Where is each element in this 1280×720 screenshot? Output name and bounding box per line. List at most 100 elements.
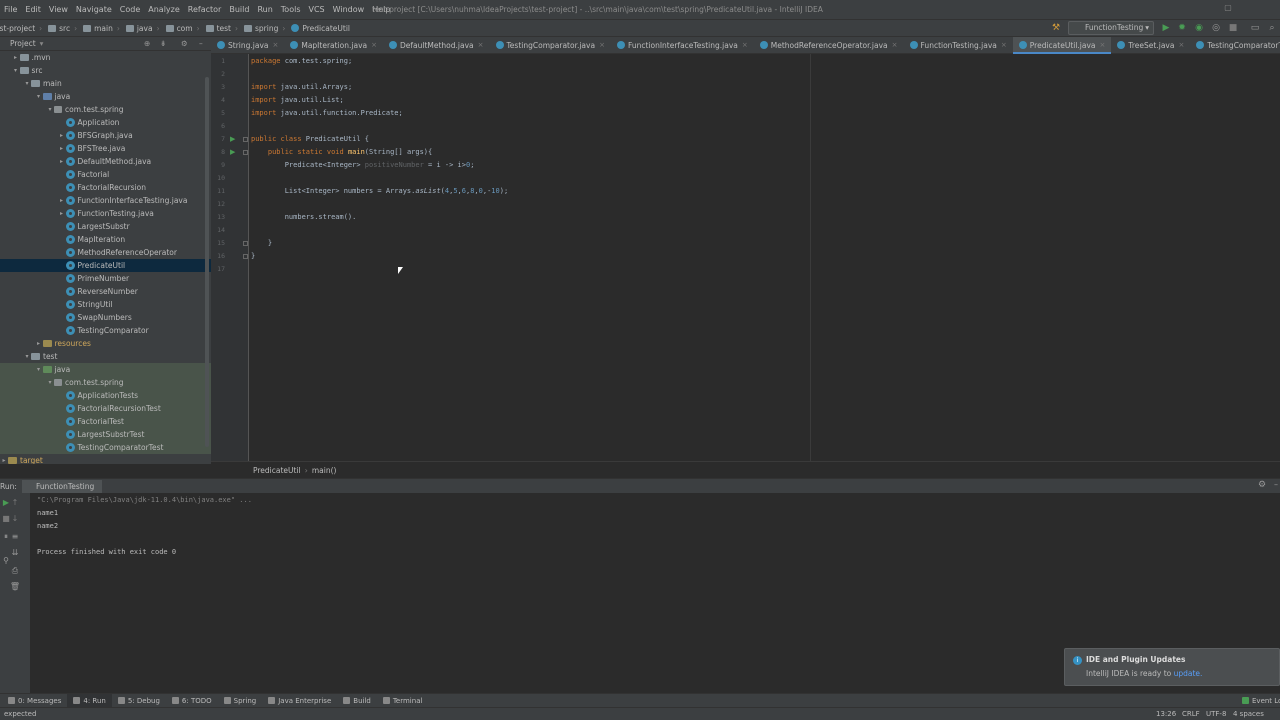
expand-arrow-icon[interactable]: ▸ xyxy=(58,158,66,165)
expand-arrow-icon[interactable]: ▸ xyxy=(58,210,66,217)
editor-tab[interactable]: TestingComparator.java × xyxy=(490,37,611,53)
tool-window-javaenterprise[interactable]: Java Enterprise xyxy=(262,694,337,708)
tree-item[interactable]: Application xyxy=(0,116,211,129)
code-line[interactable]: package com.test.spring; xyxy=(251,57,352,65)
gear-icon[interactable]: ⚙ xyxy=(1258,480,1266,490)
close-icon[interactable]: × xyxy=(599,41,605,49)
tree-item[interactable]: TestingComparatorTest xyxy=(0,441,211,454)
editor-tab[interactable]: DefaultMethod.java × xyxy=(383,37,490,53)
close-icon[interactable]: × xyxy=(371,41,377,49)
close-icon[interactable]: × xyxy=(478,41,484,49)
code-line[interactable]: } xyxy=(251,252,255,260)
editor-tab[interactable]: MethodReferenceOperator.java × xyxy=(754,37,904,53)
code-line[interactable]: Predicate<Integer> positiveNumber = i ->… xyxy=(251,161,475,169)
trash-icon[interactable]: 🗑 xyxy=(9,581,21,593)
menu-run[interactable]: Run xyxy=(253,0,276,19)
expand-arrow-icon[interactable]: ▸ xyxy=(58,145,66,152)
tree-item[interactable]: ▸ BFSGraph.java xyxy=(0,129,211,142)
expand-arrow-icon[interactable]: ▸ xyxy=(0,457,8,464)
code-line[interactable]: public static void main(String[] args){ xyxy=(251,148,432,156)
code-line[interactable]: } xyxy=(251,239,272,247)
tree-item[interactable]: ▸ DefaultMethod.java xyxy=(0,155,211,168)
search-everywhere-icon[interactable]: ⌕ xyxy=(1266,22,1278,34)
breadcrumb-item[interactable]: com › xyxy=(160,24,200,33)
fold-marker-icon[interactable] xyxy=(243,254,248,259)
breadcrumb-item[interactable]: java › xyxy=(120,24,160,33)
menu-navigate[interactable]: Navigate xyxy=(72,0,116,19)
tree-item[interactable]: MethodReferenceOperator xyxy=(0,246,211,259)
run-config-select[interactable]: FunctionTesting ▾ xyxy=(1068,21,1154,35)
close-icon[interactable]: × xyxy=(892,41,898,49)
pause-icon[interactable]: ⏸ xyxy=(0,531,12,543)
hide-icon[interactable]: – xyxy=(199,39,203,48)
expand-arrow-icon[interactable]: ▸ xyxy=(12,54,20,61)
menu-build[interactable]: Build xyxy=(225,0,253,19)
fold-marker-icon[interactable] xyxy=(243,137,248,142)
update-notification[interactable]: i IDE and Plugin Updates IntelliJ IDEA i… xyxy=(1064,648,1280,686)
tree-item[interactable]: PrimeNumber xyxy=(0,272,211,285)
code-line[interactable]: import java.util.List; xyxy=(251,96,344,104)
menu-refactor[interactable]: Refactor xyxy=(184,0,226,19)
code-line[interactable]: numbers.stream(). xyxy=(251,213,357,221)
gear-icon[interactable]: ⚙ xyxy=(181,39,188,48)
menu-vcs[interactable]: VCS xyxy=(305,0,329,19)
tree-item[interactable]: Factorial xyxy=(0,168,211,181)
project-structure-icon[interactable]: ▭ xyxy=(1249,22,1261,34)
tree-item[interactable]: LargestSubstr xyxy=(0,220,211,233)
menu-view[interactable]: View xyxy=(45,0,72,19)
tree-item[interactable]: TestingComparator xyxy=(0,324,211,337)
tree-item[interactable]: ▾ java xyxy=(0,90,211,103)
project-panel-title[interactable]: Project xyxy=(10,39,36,48)
tree-item[interactable]: ▾ com.test.spring xyxy=(0,376,211,389)
expand-arrow-icon[interactable]: ▾ xyxy=(12,67,20,74)
breadcrumb-method[interactable]: main() xyxy=(312,466,337,475)
scroll-down-icon[interactable]: ↓ xyxy=(9,513,21,525)
breadcrumb-item[interactable]: PredicateUtil xyxy=(285,24,350,33)
collapse-icon[interactable]: ⇟ xyxy=(160,39,166,48)
tool-window-build[interactable]: Build xyxy=(337,694,377,708)
profile-icon[interactable]: ◎ xyxy=(1210,22,1222,34)
tree-item[interactable]: ▾ src xyxy=(0,64,211,77)
close-icon[interactable]: × xyxy=(1100,41,1106,49)
tree-item[interactable]: SwapNumbers xyxy=(0,311,211,324)
run-tab[interactable]: FunctionTesting xyxy=(22,480,103,493)
stop-icon[interactable]: ■ xyxy=(1227,22,1239,34)
tree-item[interactable]: PredicateUtil xyxy=(0,259,211,272)
code-editor[interactable]: package com.test.spring; import java.util… xyxy=(249,54,1280,461)
locate-icon[interactable]: ⊕ xyxy=(144,39,150,48)
code-line[interactable]: List<Integer> numbers = Arrays.asList(4,… xyxy=(251,187,508,195)
expand-arrow-icon[interactable]: ▾ xyxy=(46,106,54,113)
close-icon[interactable]: × xyxy=(272,41,278,49)
expand-arrow-icon[interactable]: ▸ xyxy=(58,197,66,204)
tool-window-debug[interactable]: 5: Debug xyxy=(112,694,166,708)
tree-item[interactable]: ▸ BFSTree.java xyxy=(0,142,211,155)
expand-arrow-icon[interactable]: ▸ xyxy=(58,132,66,139)
minimize-icon[interactable]: ▢ xyxy=(1223,3,1233,13)
editor-tab[interactable]: String.java × xyxy=(211,37,284,53)
tree-item[interactable]: FactorialRecursion xyxy=(0,181,211,194)
tree-item[interactable]: ▾ com.test.spring xyxy=(0,103,211,116)
scroll-up-icon[interactable]: ↑ xyxy=(9,497,21,509)
menu-edit[interactable]: Edit xyxy=(21,0,45,19)
tree-item[interactable]: FactorialRecursionTest xyxy=(0,402,211,415)
pin-icon[interactable]: ⚲ xyxy=(0,555,12,567)
tree-item[interactable]: ▾ main xyxy=(0,77,211,90)
code-line[interactable]: import java.util.Arrays; xyxy=(251,83,352,91)
menu-file[interactable]: File xyxy=(0,0,21,19)
editor-tab[interactable]: PredicateUtil.java × xyxy=(1012,37,1112,54)
tree-item[interactable]: ▾ java xyxy=(0,363,211,376)
tree-item[interactable]: ▸ target xyxy=(0,454,211,464)
file-encoding[interactable]: UTF-8 xyxy=(1206,708,1226,720)
expand-arrow-icon[interactable]: ▾ xyxy=(35,366,43,373)
tree-item[interactable]: ▸ FunctionInterfaceTesting.java xyxy=(0,194,211,207)
breadcrumb-item[interactable]: main › xyxy=(77,24,120,33)
menu-window[interactable]: Window xyxy=(329,0,369,19)
hide-icon[interactable]: – xyxy=(1274,480,1278,489)
editor-tab[interactable]: FunctionTesting.java × xyxy=(904,37,1013,53)
tool-window-messages[interactable]: 0: Messages xyxy=(2,694,67,708)
menu-tools[interactable]: Tools xyxy=(277,0,305,19)
fold-marker-icon[interactable] xyxy=(243,241,248,246)
tree-item[interactable]: StringUtil xyxy=(0,298,211,311)
breadcrumb-item[interactable]: src › xyxy=(42,24,77,33)
breadcrumb-item[interactable]: spring › xyxy=(238,24,285,33)
